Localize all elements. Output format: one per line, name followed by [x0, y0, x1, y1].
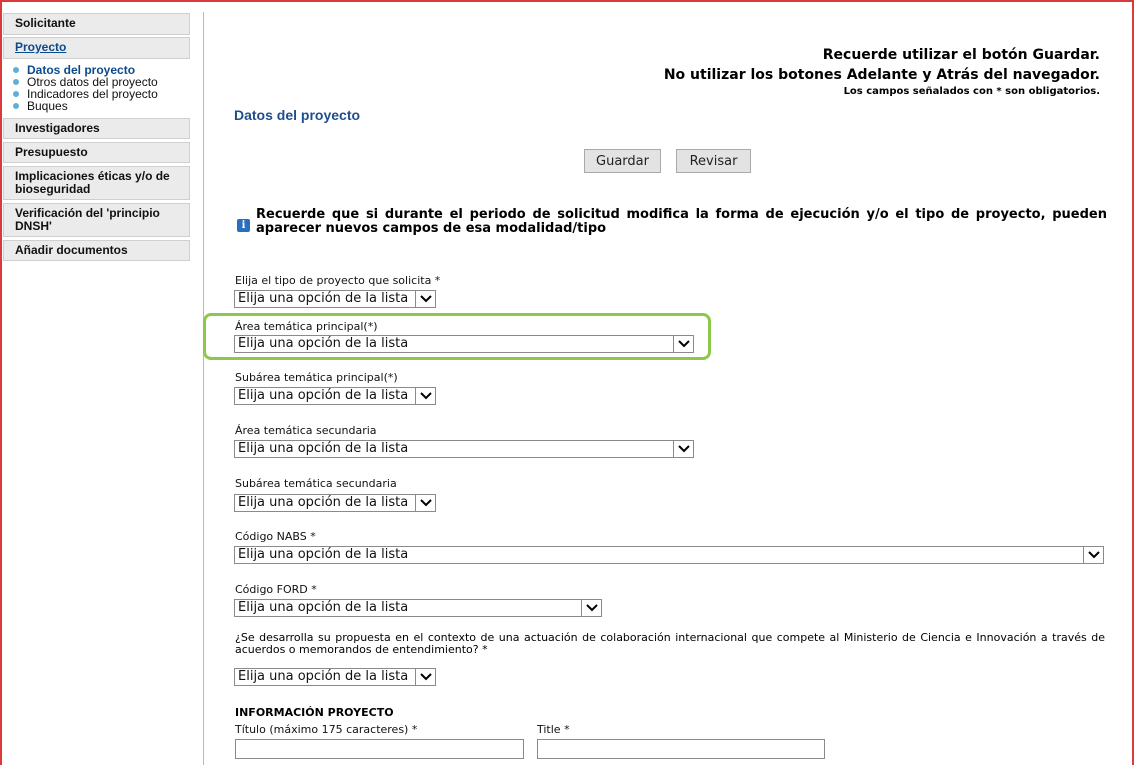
sidebar-subitem-buques[interactable]: Buques — [13, 100, 190, 112]
subarea-secundaria-select[interactable]: Elija una opción de la lista — [234, 494, 436, 512]
save-button[interactable]: Guardar — [584, 149, 661, 173]
sidebar-divider — [203, 12, 204, 765]
subarea-principal-select[interactable]: Elija una opción de la lista — [234, 387, 436, 405]
titulo-input[interactable] — [235, 739, 524, 759]
tipo-proyecto-select[interactable]: Elija una opción de la lista — [234, 290, 436, 308]
bullet-icon — [13, 79, 19, 85]
chevron-down-icon — [1083, 547, 1103, 563]
sidebar-item-investigadores[interactable]: Investigadores — [3, 118, 190, 139]
sidebar-nav: Solicitante Proyecto Datos del proyecto … — [3, 13, 190, 264]
notice-required: Los campos señalados con * son obligator… — [843, 86, 1100, 97]
chevron-down-icon — [415, 291, 435, 307]
title-input[interactable] — [537, 739, 825, 759]
chevron-down-icon — [415, 388, 435, 404]
page-title: Datos del proyecto — [234, 107, 361, 123]
review-button[interactable]: Revisar — [676, 149, 751, 173]
bullet-icon — [13, 103, 19, 109]
bullet-icon — [13, 91, 19, 97]
subarea-secundaria-label: Subárea temática secundaria — [235, 477, 397, 490]
info-icon: i — [237, 219, 250, 232]
notice-navigation: No utilizar los botones Adelante y Atrás… — [663, 67, 1100, 83]
chevron-down-icon — [581, 600, 601, 616]
informacion-proyecto-heading: INFORMACIÓN PROYECTO — [235, 706, 394, 719]
nabs-label: Código NABS * — [235, 530, 316, 543]
area-secundaria-select[interactable]: Elija una opción de la lista — [234, 440, 694, 458]
nabs-select[interactable]: Elija una opción de la lista — [234, 546, 1104, 564]
area-principal-label: Área temática principal(*) — [235, 320, 378, 333]
chevron-down-icon — [673, 441, 693, 457]
info-text: Recuerde que si durante el periodo de so… — [256, 207, 1107, 236]
sidebar-item-documentos[interactable]: Añadir documentos — [3, 240, 190, 261]
chevron-down-icon — [415, 669, 435, 685]
area-principal-select[interactable]: Elija una opción de la lista — [234, 335, 694, 353]
sidebar-item-proyecto[interactable]: Proyecto — [3, 37, 190, 59]
title-label: Title * — [537, 723, 570, 736]
colaboracion-label: ¿Se desarrolla su propuesta en el contex… — [235, 631, 1105, 656]
info-message: i Recuerde que si durante el periodo de … — [237, 208, 1107, 236]
subarea-principal-label: Subárea temática principal(*) — [235, 371, 398, 384]
sidebar-item-dnsh[interactable]: Verificación del 'principio DNSH' — [3, 203, 190, 237]
notice-save: Recuerde utilizar el botón Guardar. — [822, 47, 1100, 63]
sidebar-item-solicitante[interactable]: Solicitante — [3, 13, 190, 35]
chevron-down-icon — [415, 495, 435, 511]
bullet-icon — [13, 67, 19, 73]
sidebar-item-implicaciones[interactable]: Implicaciones éticas y/o de bioseguridad — [3, 166, 190, 200]
chevron-down-icon — [673, 336, 693, 352]
colaboracion-select[interactable]: Elija una opción de la lista — [234, 668, 436, 686]
tipo-proyecto-label: Elija el tipo de proyecto que solicita * — [235, 274, 441, 287]
sidebar-sublist: Datos del proyecto Otros datos del proye… — [3, 61, 190, 118]
ford-label: Código FORD * — [235, 583, 317, 596]
sidebar-item-presupuesto[interactable]: Presupuesto — [3, 142, 190, 163]
area-secundaria-label: Área temática secundaria — [235, 424, 377, 437]
ford-select[interactable]: Elija una opción de la lista — [234, 599, 602, 617]
titulo-label: Título (máximo 175 caracteres) * — [235, 723, 418, 736]
